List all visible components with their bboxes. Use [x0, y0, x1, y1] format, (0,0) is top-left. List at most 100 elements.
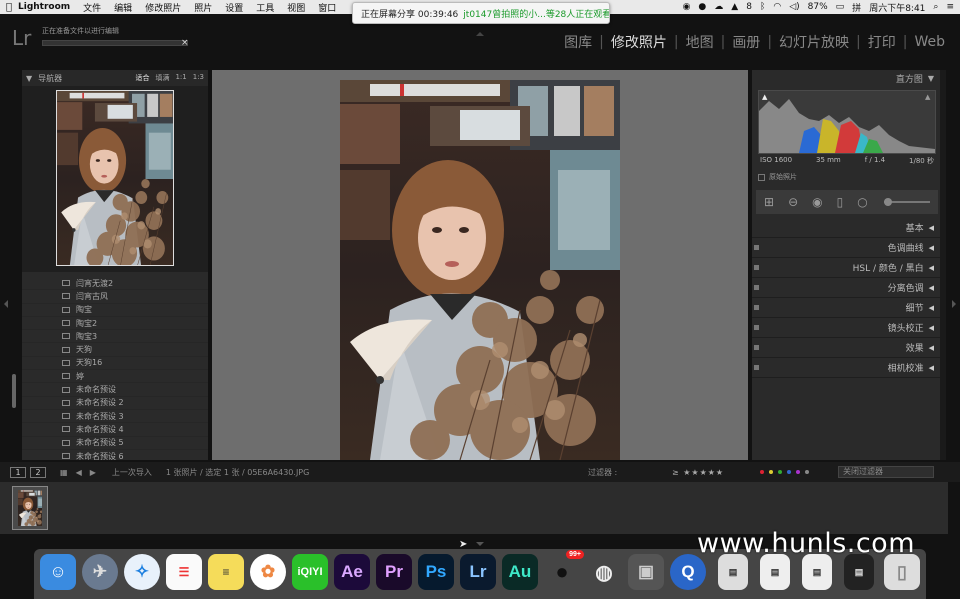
menu-develop[interactable]: 修改照片 — [145, 1, 181, 14]
volume-icon[interactable]: ◁) — [789, 2, 799, 12]
section-toggle-switch[interactable] — [754, 245, 759, 250]
zoom-fit[interactable]: 适合 — [135, 73, 149, 83]
iqiyi-icon[interactable]: iQIYI — [292, 554, 328, 590]
launchpad-icon[interactable]: ✈ — [82, 554, 118, 590]
filmstrip-info[interactable]: 1 张照片 / 选定 1 张 / 05E6A6430.JPG — [166, 467, 309, 478]
navigator-header[interactable]: ▼ 导航器 适合 填满 1:1 1:3 — [22, 70, 208, 86]
expand-triangle-icon[interactable]: ◀ — [929, 324, 934, 332]
collapse-triangle-icon[interactable]: ▼ — [26, 74, 32, 83]
module-develop[interactable]: 修改照片 — [604, 32, 674, 52]
expand-triangle-icon[interactable]: ◀ — [929, 264, 934, 272]
clock[interactable]: 周六下午8:41 — [869, 1, 925, 14]
qq-status-icon[interactable]: ● — [698, 2, 706, 12]
develop-section-header[interactable]: 细节 ◀ — [752, 298, 940, 318]
expand-triangle-icon[interactable]: ◀ — [929, 344, 934, 352]
graduated-filter-icon[interactable]: ▯ — [837, 195, 844, 209]
module-slideshow[interactable]: 幻灯片放映 — [772, 32, 856, 52]
preset-item[interactable]: 未命名预设 2 — [22, 397, 208, 410]
premiere-icon[interactable]: Pr — [376, 554, 412, 590]
screen-share-banner[interactable]: 正在屏幕分享 00:39:46 jt0147曾拍照的小...等28人正在观看 — [352, 2, 610, 24]
photo-booth-icon[interactable]: ▣ — [628, 554, 664, 590]
color-label-dot[interactable] — [787, 470, 791, 474]
cancel-activity-button[interactable]: × — [181, 38, 189, 48]
qq-icon[interactable]: ● 99+ — [544, 550, 584, 590]
wifi-icon[interactable]: ◠ — [773, 2, 781, 12]
bottom-panel-toggle-icon[interactable] — [476, 542, 484, 546]
section-toggle-switch[interactable] — [754, 305, 759, 310]
color-label-dot[interactable] — [769, 470, 773, 474]
navigator-preview[interactable] — [22, 86, 208, 272]
expand-triangle-icon[interactable]: ◀ — [929, 244, 934, 252]
trash-icon[interactable]: ▯ — [884, 554, 920, 590]
menu-settings[interactable]: 设置 — [225, 1, 243, 14]
wechat-icon[interactable]: ◍ — [586, 554, 622, 590]
right-panel-toggle-icon[interactable] — [952, 300, 956, 308]
develop-section-header[interactable]: HSL / 颜色 / 黑白 ◀ — [752, 258, 940, 278]
secondary-window-1-button[interactable]: 1 — [10, 466, 26, 478]
menu-file[interactable]: 文件 — [83, 1, 101, 14]
module-map[interactable]: 地图 — [679, 32, 721, 52]
menu-tools[interactable]: 工具 — [256, 1, 274, 14]
top-panel-toggle-icon[interactable] — [476, 32, 484, 36]
menu-view[interactable]: 视图 — [287, 1, 305, 14]
original-photo-toggle[interactable]: 原始照片 — [758, 172, 797, 182]
expand-triangle-icon[interactable]: ◀ — [929, 304, 934, 312]
zoom-fill[interactable]: 填满 — [155, 73, 169, 83]
collapse-triangle-icon[interactable]: ▼ — [928, 74, 934, 83]
menu-app-name[interactable]: Lightroom — [18, 2, 70, 12]
menu-edit[interactable]: 编辑 — [114, 1, 132, 14]
menu-photo[interactable]: 照片 — [194, 1, 212, 14]
preset-item[interactable]: 闫宵古风 — [22, 290, 208, 304]
back-arrow-icon[interactable]: ◀ — [76, 468, 82, 477]
search-icon[interactable]: ⌕ — [933, 2, 938, 12]
filmstrip-source[interactable]: 上一次导入 — [112, 467, 152, 478]
module-web[interactable]: Web — [907, 34, 952, 50]
forward-arrow-icon[interactable]: ▶ — [90, 468, 96, 477]
finder-icon[interactable]: ☺ — [40, 554, 76, 590]
record-icon[interactable]: ◉ — [683, 2, 691, 12]
expand-triangle-icon[interactable]: ◀ — [929, 224, 934, 232]
bluetooth-icon[interactable]: ᛒ — [760, 2, 765, 12]
develop-section-header[interactable]: 基本 ◀ — [752, 218, 940, 238]
control-center-icon[interactable]: ≡ — [946, 2, 954, 12]
preset-item[interactable]: 未命名预设 4 — [22, 423, 208, 437]
cloud-icon[interactable]: ☁ — [714, 2, 723, 12]
preset-item[interactable]: 未命名预设 5 — [22, 437, 208, 450]
zoom-1-3[interactable]: 1:3 — [193, 73, 204, 83]
left-panel-scrollbar[interactable] — [12, 374, 16, 408]
preset-item[interactable]: 未命名预设 — [22, 383, 208, 397]
expand-triangle-icon[interactable]: ◀ — [929, 364, 934, 372]
preset-item[interactable]: 天狗16 — [22, 357, 208, 371]
section-toggle-switch[interactable] — [754, 265, 759, 270]
develop-section-header[interactable]: 镜头校正 ◀ — [752, 318, 940, 338]
expand-triangle-icon[interactable]: ◀ — [929, 284, 934, 292]
navigator-thumbnail[interactable] — [56, 90, 174, 266]
adjustment-brush-slider[interactable] — [884, 198, 930, 206]
quicktime-icon[interactable]: Q — [670, 554, 706, 590]
adobe-icon[interactable]: ▲ — [731, 2, 738, 12]
section-toggle-switch[interactable] — [754, 325, 759, 330]
battery-percent[interactable]: 87% — [808, 2, 828, 12]
section-toggle-switch[interactable] — [754, 285, 759, 290]
apple-icon[interactable]:  — [0, 2, 18, 13]
menu-window[interactable]: 窗口 — [318, 1, 336, 14]
red-eye-icon[interactable]: ◉ — [812, 195, 822, 209]
secondary-window-2-button[interactable]: 2 — [30, 466, 46, 478]
develop-section-header[interactable]: 效果 ◀ — [752, 338, 940, 358]
preset-item[interactable]: 闫宵无渡2 — [22, 277, 208, 291]
lightroom-icon[interactable]: Lr — [460, 554, 496, 590]
preset-item[interactable]: 未命名预设 3 — [22, 410, 208, 424]
preset-item[interactable]: 天狗 — [22, 343, 208, 357]
spot-removal-icon[interactable]: ⊖ — [788, 195, 798, 209]
radial-filter-icon[interactable]: ○ — [857, 195, 867, 209]
notes-icon[interactable]: ≡ — [208, 554, 244, 590]
crop-icon[interactable]: ⊞ — [764, 195, 774, 209]
photoshop-icon[interactable]: Ps — [418, 554, 454, 590]
reminders-icon[interactable]: ☰ — [166, 554, 202, 590]
dock-document-1[interactable]: ▤ — [718, 554, 748, 590]
color-label-dot[interactable] — [796, 470, 800, 474]
section-toggle-switch[interactable] — [754, 365, 759, 370]
preset-item[interactable]: 未命名预设 6 — [22, 450, 208, 460]
module-book[interactable]: 画册 — [725, 32, 767, 52]
safari-icon[interactable]: ✧ — [124, 554, 160, 590]
